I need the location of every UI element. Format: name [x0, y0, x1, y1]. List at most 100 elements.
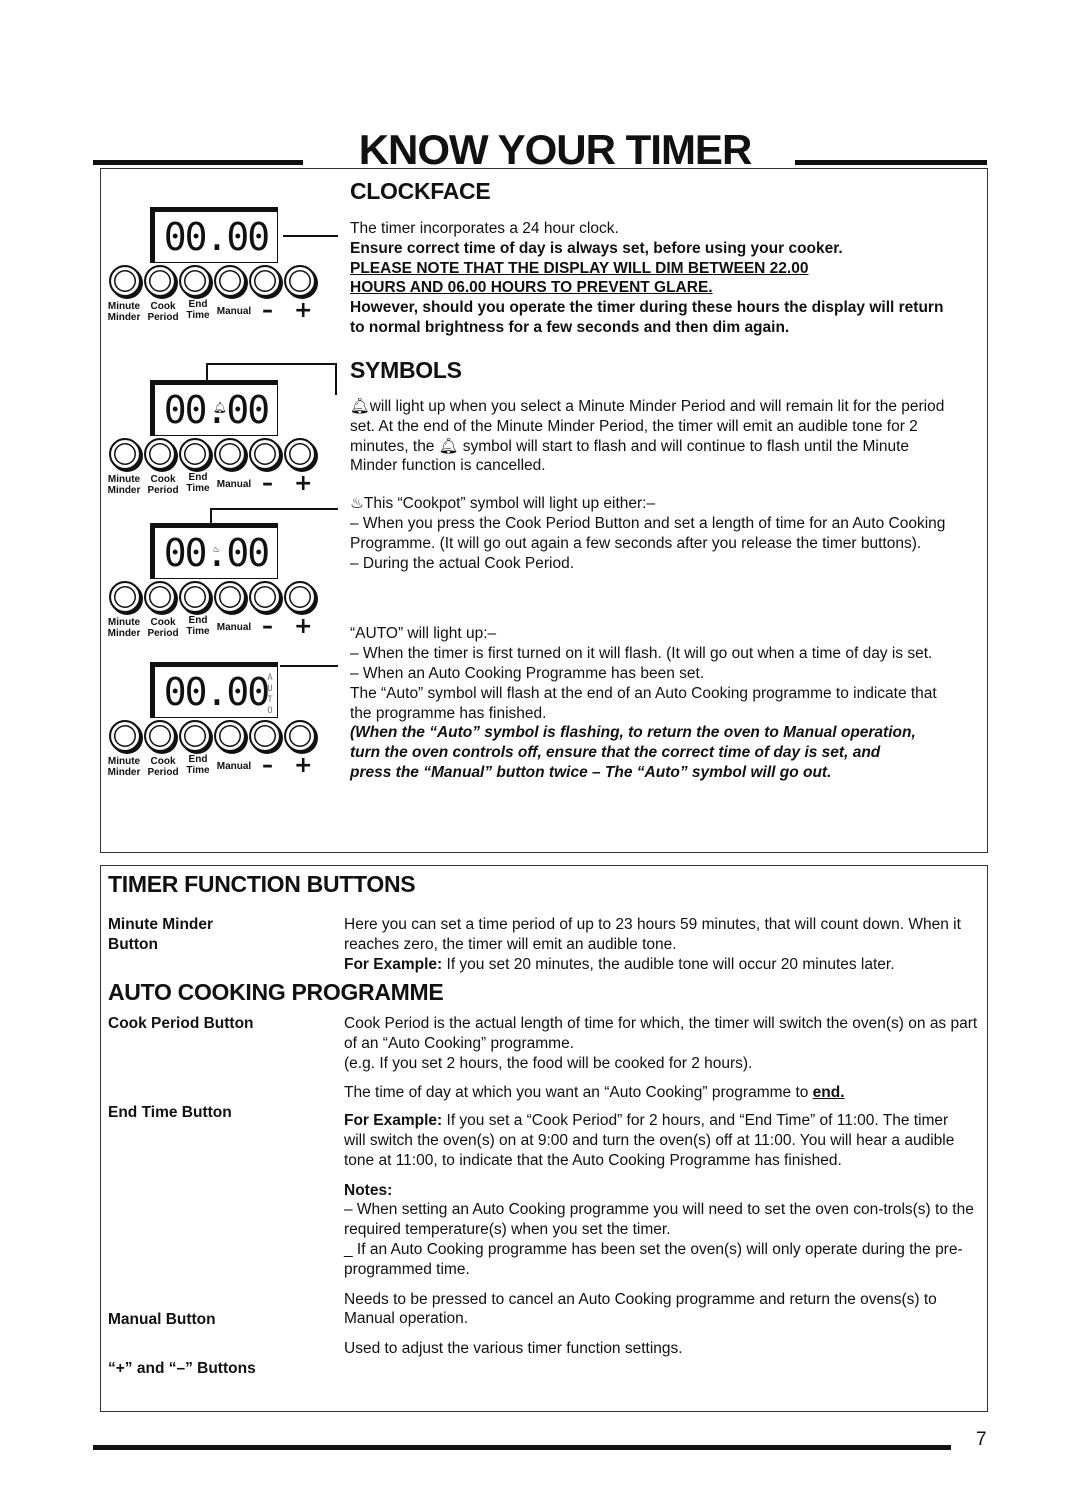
auto-programme-heading: AUTO COOKING PROGRAMME — [108, 979, 444, 1005]
label-text: Minute — [107, 301, 141, 312]
label-text: Period — [147, 628, 179, 639]
clockface-text-3a: PLEASE NOTE THAT THE DISPLAY WILL DIM BE… — [350, 259, 809, 277]
clockface-heading: CLOCKFACE — [350, 178, 491, 204]
clockface-text-2: Ensure correct time of day is always set… — [350, 239, 843, 257]
cook-period-button[interactable] — [144, 265, 176, 297]
manual-button[interactable] — [214, 265, 246, 297]
manual-label: Manual Button — [108, 1311, 216, 1328]
bell-icon: 🔔︎ — [350, 398, 370, 415]
cook-period-button[interactable] — [144, 720, 176, 752]
cook-period-label: Cook Period — [144, 474, 182, 496]
pointer-line — [210, 508, 338, 510]
end-time-button[interactable] — [179, 265, 211, 297]
cook-period-example: (e.g. If you set 2 hours, the food will … — [344, 1054, 753, 1072]
auto-text-3: – When an Auto Cooking Programme has bee… — [350, 664, 705, 682]
plus-button[interactable] — [284, 265, 316, 297]
minute-minder-row: Minute Minder Button Here you can set a … — [108, 915, 983, 975]
plus-button[interactable] — [284, 581, 316, 613]
example-label: For Example: — [344, 955, 443, 973]
cookpot-text-3: – During the actual Cook Period. — [350, 554, 575, 572]
label-text: Cook — [150, 474, 176, 485]
timer-display: 00.00 ♨ — [150, 523, 278, 579]
minus-button[interactable] — [249, 720, 281, 752]
plus-button[interactable] — [284, 438, 316, 470]
pointer-line — [335, 363, 337, 395]
clockface-text-3b: HOURS AND 06.00 HOURS TO PREVENT GLARE. — [350, 279, 713, 297]
minus-label: – — [262, 471, 273, 496]
clockface-text-1: The timer incorporates a 24 hour clock. — [350, 220, 619, 237]
auto-note: (When the “Auto” symbol is flashing, to … — [350, 724, 916, 781]
pointer-line — [280, 665, 338, 667]
cook-period-button[interactable] — [144, 581, 176, 613]
minute-minder-label: Minute Minder — [106, 301, 142, 323]
minus-label: – — [262, 614, 273, 639]
cookpot-icon: ♨ — [350, 495, 364, 513]
label-text: Minute — [107, 756, 141, 767]
cookpot-text-2: – When you press the Cook Period Button … — [350, 514, 946, 552]
label-text: Time — [186, 765, 210, 776]
pointer-line — [206, 363, 208, 381]
label-text: Cook — [150, 301, 176, 312]
symbols-heading: SYMBOLS — [350, 357, 462, 383]
clockface-section: CLOCKFACE The timer incorporates a 24 ho… — [350, 178, 960, 338]
auto-text-1: “AUTO” will light up:– — [350, 625, 497, 643]
auto-text-4: The “Auto” symbol will flash at the end … — [350, 684, 937, 722]
manual-label: Manual — [216, 306, 252, 317]
minute-minder-button[interactable] — [109, 438, 141, 470]
footer-rule — [93, 1445, 951, 1450]
end-time-label: End Time — [182, 472, 214, 494]
cook-period-label: Cook Period — [144, 301, 182, 323]
manual-button[interactable] — [214, 438, 246, 470]
manual-label: Manual — [216, 761, 252, 772]
label-text: Cook — [150, 756, 176, 767]
plus-label: + — [294, 753, 313, 778]
display-digits: 00.00 — [163, 215, 270, 259]
label-text: Period — [147, 485, 179, 496]
clockface-text-4: However, should you operate the timer du… — [350, 299, 944, 336]
pointer-line — [210, 508, 212, 523]
label-text: Minder — [107, 485, 141, 496]
manual-button[interactable] — [214, 581, 246, 613]
manual-button[interactable] — [214, 720, 246, 752]
manual-label: Manual — [216, 622, 252, 633]
bell-icon: 🔔︎ — [438, 437, 459, 455]
plus-label: + — [294, 614, 313, 639]
end-time-label: End Time — [182, 615, 214, 637]
cook-period-button[interactable] — [144, 438, 176, 470]
auto-indicator: A U T O — [267, 673, 272, 716]
minus-button[interactable] — [249, 265, 281, 297]
minus-button[interactable] — [249, 438, 281, 470]
manual-label: Manual — [216, 479, 252, 490]
header-rule-right — [795, 160, 987, 165]
minute-minder-label: Minute Minder — [106, 617, 142, 639]
end-time-button[interactable] — [179, 720, 211, 752]
minus-label: – — [262, 753, 273, 778]
auto-text-2: – When the timer is first turned on it w… — [350, 645, 933, 663]
bell-icon: 🔔︎ — [213, 401, 227, 414]
minus-button[interactable] — [249, 581, 281, 613]
end-time-button[interactable] — [179, 581, 211, 613]
pointer-line — [283, 235, 338, 237]
cook-period-label: Cook Period Button — [108, 1015, 254, 1032]
plus-button[interactable] — [284, 720, 316, 752]
label-text: Time — [186, 483, 210, 494]
end-time-button[interactable] — [179, 438, 211, 470]
minute-minder-button[interactable] — [109, 581, 141, 613]
page-number: 7 — [976, 1429, 987, 1450]
minute-minder-button[interactable] — [109, 720, 141, 752]
label-text: Minder — [107, 767, 141, 778]
label-text: Minute — [107, 474, 141, 485]
label-text: End — [188, 299, 208, 310]
timer-diagram: 00.00 Minute Minder Cook Period End Time Manual… — [106, 207, 326, 337]
label-text: Cook — [150, 617, 176, 628]
label-text: Minder — [107, 628, 141, 639]
plus-label: + — [294, 471, 313, 496]
timer-display: 00.00 A U T O — [150, 662, 278, 718]
end-time-label: End Time — [182, 299, 214, 321]
label-text: Minute — [107, 617, 141, 628]
minute-minder-button[interactable] — [109, 265, 141, 297]
label-text: Minder — [107, 312, 141, 323]
minute-minder-text: Here you can set a time period of up to … — [344, 916, 961, 953]
cookpot-text-1: This “Cookpot” symbol will light up eith… — [363, 495, 656, 513]
timer-diagram: 00.00 🔔︎ Minute Minder Cook Period End Time Manu… — [106, 380, 326, 510]
